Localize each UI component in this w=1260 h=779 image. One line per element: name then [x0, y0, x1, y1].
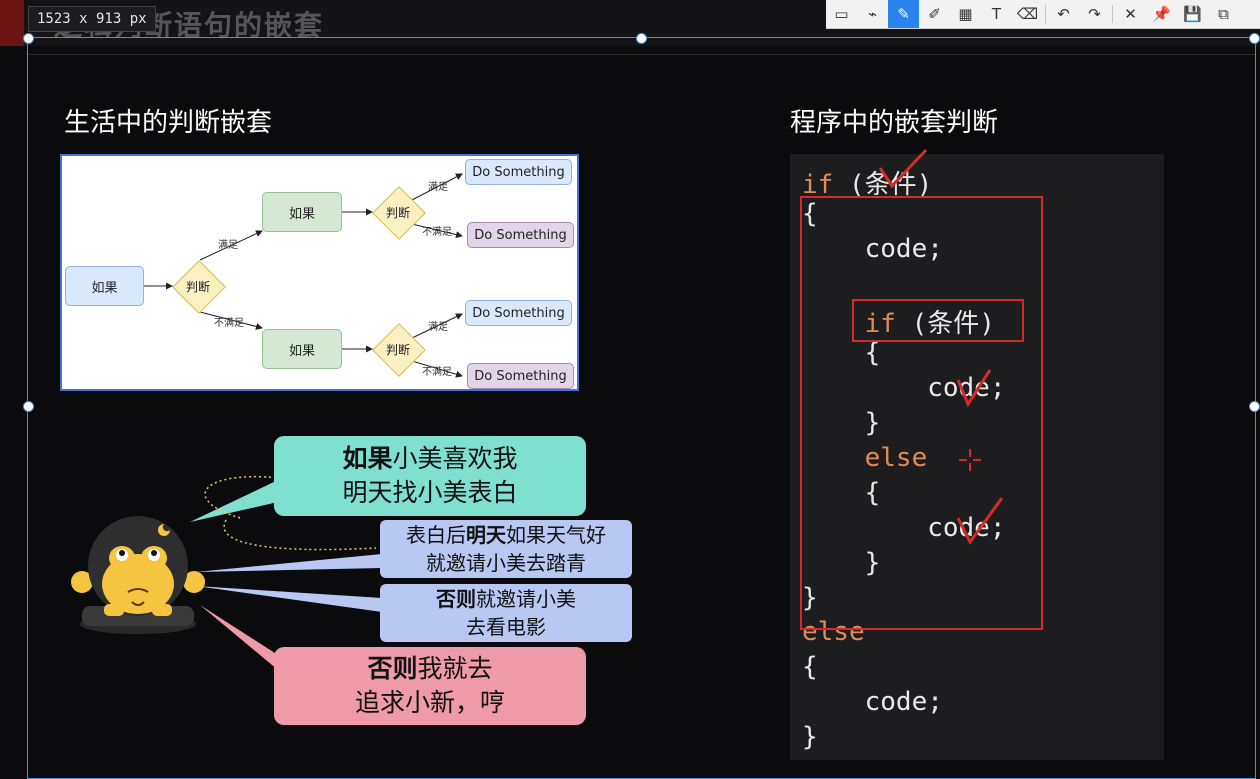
- undo-icon[interactable]: ↶: [1048, 0, 1079, 28]
- resize-handle-top-left[interactable]: [23, 33, 34, 44]
- slide-corner-block: [0, 0, 24, 46]
- flow-node-upper: 如果: [262, 192, 342, 232]
- flow-judge-2: 判断: [372, 186, 426, 240]
- flow-judge-2-label: 判断: [385, 205, 410, 220]
- edge-label-lower-not: 不满足: [422, 367, 452, 378]
- bubble-if-text: 小美喜欢我: [392, 444, 518, 473]
- bubble-nested-else-keyword: 否则: [436, 587, 476, 611]
- resize-handle-right[interactable]: [1249, 401, 1260, 412]
- flow-judge-1: 判断: [172, 260, 226, 314]
- edge-label-upper-not: 不满足: [422, 227, 452, 238]
- bubble-nested-keyword: 明天: [466, 523, 506, 547]
- marker-tool-icon[interactable]: ✐: [919, 0, 950, 28]
- pin-icon[interactable]: 📌: [1146, 0, 1177, 28]
- bubble-nested-line2: 就邀请小美去踏青: [426, 551, 586, 575]
- edge-label-upper-satisfied: 满足: [428, 182, 448, 193]
- bubble-if: 如果小美喜欢我 明天找小美表白: [274, 436, 586, 516]
- bubble-nested-else: 否则就邀请小美 去看电影: [380, 584, 632, 642]
- bubble-else-line2: 追求小新，哼: [354, 688, 505, 717]
- flow-do-3: Do Something: [465, 300, 572, 326]
- edge-label-lower-satisfied: 满足: [428, 322, 448, 333]
- flow-do-1: Do Something: [465, 159, 572, 185]
- flow-judge-3-label: 判断: [385, 342, 410, 357]
- screenshot-toolbar: ▭ ⌁ ✎ ✐ ▦ T ⌫ ↶ ↷ ✕ 📌 💾 ⧉: [826, 0, 1260, 29]
- bubble-if-line2: 明天找小美表白: [342, 478, 518, 507]
- eraser-tool-icon[interactable]: ⌫: [1012, 0, 1043, 28]
- toolbar-separator: [1112, 5, 1113, 23]
- resize-handle-top-right[interactable]: [1249, 33, 1260, 44]
- toolbar-separator: [1045, 5, 1046, 23]
- resize-handle-left[interactable]: [23, 401, 34, 412]
- life-flowchart: 如果 判断 如果 如果 判断 判断 Do Something Do Someth…: [60, 154, 579, 391]
- text-tool-icon[interactable]: T: [981, 0, 1012, 28]
- rectangle-tool-icon[interactable]: ▭: [826, 0, 857, 28]
- pen-tool-icon[interactable]: ✎: [888, 0, 919, 28]
- right-heading: 程序中的嵌套判断: [790, 108, 999, 138]
- flow-do-4: Do Something: [467, 363, 574, 389]
- copy-icon[interactable]: ⧉: [1208, 0, 1239, 28]
- edge-label-satisfied: 满足: [218, 240, 238, 251]
- left-heading: 生活中的判断嵌套: [64, 108, 273, 138]
- resize-handle-top[interactable]: [636, 33, 647, 44]
- bubble-nested-if: 表白后明天如果天气好 就邀请小美去踏青: [380, 520, 632, 578]
- annotation-inner-box: [852, 299, 1024, 342]
- redo-icon[interactable]: ↷: [1079, 0, 1110, 28]
- edge-label-not-satisfied: 不满足: [214, 318, 244, 329]
- flow-node-lower: 如果: [262, 329, 342, 369]
- flow-judge-3: 判断: [372, 323, 426, 377]
- code-line-16: }: [802, 722, 818, 752]
- bubble-else-text: 我就去: [417, 654, 493, 683]
- selection-size-label: 1523 x 913 px: [28, 6, 156, 32]
- flow-judge-1-label: 判断: [185, 279, 210, 294]
- monkey-mascot-icon: [71, 516, 205, 634]
- bubble-nested-else-line2: 去看电影: [466, 615, 546, 639]
- code-line-15: code;: [802, 687, 943, 717]
- polyline-tool-icon[interactable]: ⌁: [857, 0, 888, 28]
- mosaic-tool-icon[interactable]: ▦: [950, 0, 981, 28]
- bubble-nested-else-text: 就邀请小美: [476, 587, 576, 611]
- annotation-outer-box: [800, 196, 1043, 630]
- bubble-nested-text: 如果天气好: [506, 523, 606, 547]
- flow-do-2: Do Something: [467, 222, 574, 248]
- bubble-nested-pre: 表白后: [406, 523, 466, 547]
- close-icon[interactable]: ✕: [1115, 0, 1146, 28]
- code-line-14: {: [802, 652, 818, 682]
- flow-node-root: 如果: [65, 266, 144, 306]
- bubble-else: 否则我就去 追求小新，哼: [274, 647, 586, 725]
- save-icon[interactable]: 💾: [1177, 0, 1208, 28]
- bubble-else-keyword: 否则: [367, 654, 418, 683]
- bubble-if-keyword: 如果: [342, 444, 393, 473]
